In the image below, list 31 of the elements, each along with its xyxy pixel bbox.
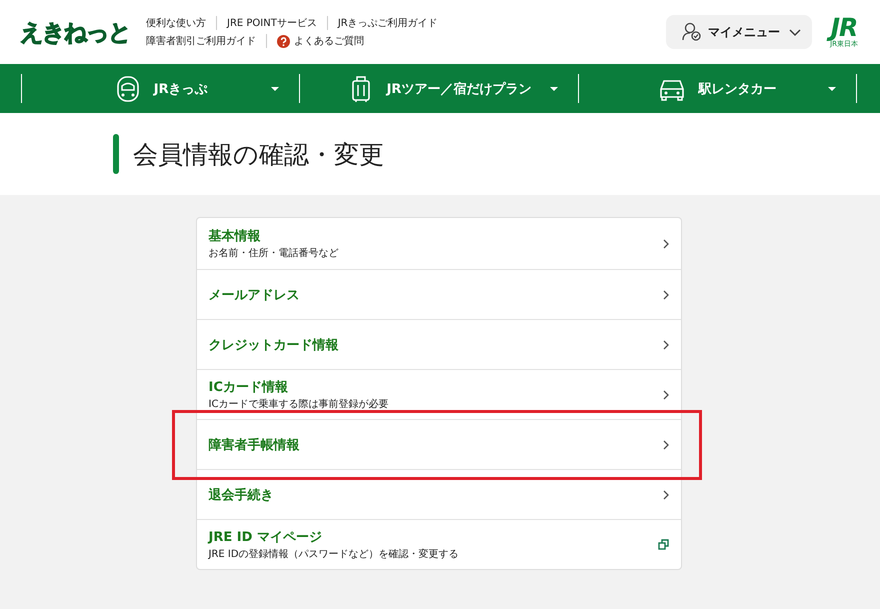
caret-down-icon [828, 87, 836, 91]
chevron-right-icon [662, 490, 668, 500]
chevron-right-icon [662, 290, 668, 300]
site-logo[interactable]: えきねっと [20, 16, 130, 48]
caret-down-icon [271, 87, 280, 91]
user-check-icon [682, 22, 702, 42]
my-menu-button[interactable]: マイメニュー [666, 15, 812, 49]
menu-row[interactable]: メールアドレス [196, 269, 680, 319]
chevron-right-icon [662, 238, 668, 248]
header-link[interactable]: 障害者割引ご利用ガイド [146, 34, 266, 48]
chevron-down-icon [788, 27, 802, 37]
menu-row[interactable]: JRE ID マイページ JRE IDの登録情報（パスワードなど）を確認・変更する [196, 519, 680, 569]
header-link[interactable]: JRきっぷご利用ガイド [326, 16, 448, 30]
menu-row[interactable]: 退会手続き [196, 469, 680, 519]
header-link[interactable]: 便利な使い方 [146, 16, 216, 30]
header-link[interactable]: よくあるご質問 [266, 34, 374, 48]
menu-row[interactable]: 基本情報 お名前・住所・電話番号など [196, 218, 680, 269]
nav-menu-button[interactable]: JRきっぷ [21, 74, 300, 103]
header-link[interactable]: JRE POINTサービス [216, 16, 327, 30]
chevron-right-icon [662, 440, 668, 450]
menu-row[interactable]: ICカード情報 ICカードで乗車する際は事前登録が必要 [196, 369, 680, 419]
nav-menu-button[interactable]: JRツアー／宿だけプラン [299, 74, 578, 103]
title-accent-bar [113, 134, 119, 174]
chevron-right-icon [662, 340, 668, 350]
page-title: 会員情報の確認・変更 [133, 138, 384, 170]
menu-row[interactable]: クレジットカード情報 [196, 319, 680, 369]
nav-menu-button[interactable]: 駅レンタカー [578, 74, 857, 103]
caret-down-icon [550, 87, 558, 91]
external-window-icon [658, 539, 668, 550]
chevron-right-icon [662, 390, 668, 400]
menu-row[interactable]: 障害者手帳情報 [196, 419, 680, 469]
